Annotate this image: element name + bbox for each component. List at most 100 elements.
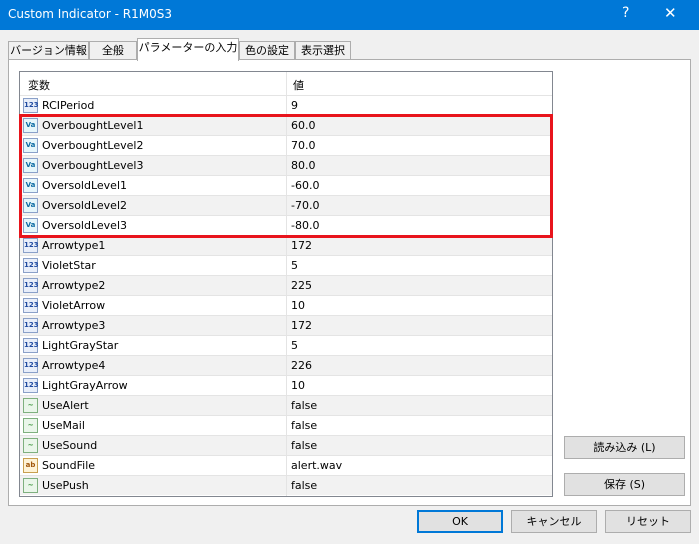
parameter-value[interactable]: 9 xyxy=(291,99,298,112)
parameter-row[interactable]: Va OversoldLevel2 -70.0 xyxy=(20,195,552,216)
parameter-name: OverboughtLevel3 xyxy=(42,159,144,172)
tab-general[interactable]: 全般 xyxy=(89,41,137,60)
cell-divider xyxy=(286,336,287,356)
bool-icon: ~ xyxy=(23,478,38,493)
parameter-value[interactable]: 5 xyxy=(291,339,298,352)
cell-divider xyxy=(286,456,287,476)
bool-icon: ~ xyxy=(23,418,38,433)
tab-parameters[interactable]: パラメーターの入力 xyxy=(137,38,239,61)
parameter-row[interactable]: Va OverboughtLevel2 70.0 xyxy=(20,135,552,156)
parameter-row[interactable]: ~ UsePush false xyxy=(20,475,552,496)
tab-colors[interactable]: 色の設定 xyxy=(239,41,295,60)
close-button[interactable]: ✕ xyxy=(664,4,677,22)
cell-divider xyxy=(286,176,287,196)
parameter-value[interactable]: 172 xyxy=(291,239,312,252)
int-icon: 123 xyxy=(23,358,39,373)
parameter-name: OversoldLevel3 xyxy=(42,219,127,232)
cell-divider xyxy=(286,256,287,276)
parameter-value[interactable]: 10 xyxy=(291,379,305,392)
parameter-name: LightGrayStar xyxy=(42,339,119,352)
int-icon: 123 xyxy=(23,298,39,313)
parameter-row[interactable]: ~ UseAlert false xyxy=(20,395,552,416)
parameter-name: OverboughtLevel1 xyxy=(42,119,144,132)
parameter-value[interactable]: -70.0 xyxy=(291,199,319,212)
parameter-row[interactable]: 123 VioletStar 5 xyxy=(20,255,552,276)
cell-divider xyxy=(286,136,287,156)
parameter-value[interactable]: alert.wav xyxy=(291,459,342,472)
ok-button[interactable]: OK xyxy=(417,510,503,533)
parameter-row[interactable]: 123 Arrowtype3 172 xyxy=(20,315,552,336)
cell-divider xyxy=(286,196,287,216)
parameter-name: VioletArrow xyxy=(42,299,106,312)
parameter-row[interactable]: 123 Arrowtype1 172 xyxy=(20,235,552,256)
parameter-row[interactable]: ab SoundFile alert.wav xyxy=(20,455,552,476)
parameter-row[interactable]: 123 VioletArrow 10 xyxy=(20,295,552,316)
parameter-name: Arrowtype2 xyxy=(42,279,106,292)
int-icon: 123 xyxy=(23,318,39,333)
column-divider[interactable] xyxy=(286,72,287,95)
parameter-row[interactable]: 123 Arrowtype2 225 xyxy=(20,275,552,296)
double-icon: Va xyxy=(23,218,38,233)
double-icon: Va xyxy=(23,198,38,213)
cell-divider xyxy=(286,276,287,296)
parameter-value[interactable]: 5 xyxy=(291,259,298,272)
parameter-name: UseSound xyxy=(42,439,98,452)
cell-divider xyxy=(286,116,287,136)
cell-divider xyxy=(286,416,287,436)
parameter-name: Arrowtype1 xyxy=(42,239,106,252)
parameter-name: SoundFile xyxy=(42,459,96,472)
parameter-row[interactable]: 123 RCIPeriod 9 xyxy=(20,95,552,116)
cell-divider xyxy=(286,216,287,236)
cell-divider xyxy=(286,316,287,336)
parameter-value[interactable]: false xyxy=(291,419,317,432)
help-button[interactable]: ? xyxy=(622,5,629,21)
parameter-row[interactable]: 123 LightGrayStar 5 xyxy=(20,335,552,356)
bool-icon: ~ xyxy=(23,398,38,413)
cancel-button[interactable]: キャンセル xyxy=(511,510,597,533)
parameter-value[interactable]: 70.0 xyxy=(291,139,316,152)
parameter-row[interactable]: ~ UseMail false xyxy=(20,415,552,436)
column-value[interactable]: 値 xyxy=(293,77,304,93)
parameter-row[interactable]: Va OversoldLevel3 -80.0 xyxy=(20,215,552,236)
parameter-row[interactable]: 123 Arrowtype4 226 xyxy=(20,355,552,376)
column-variable[interactable]: 変数 xyxy=(28,77,50,93)
parameter-row[interactable]: Va OverboughtLevel1 60.0 xyxy=(20,115,552,136)
cell-divider xyxy=(286,236,287,256)
parameter-name: VioletStar xyxy=(42,259,96,272)
cell-divider xyxy=(286,96,287,116)
parameter-value[interactable]: 60.0 xyxy=(291,119,316,132)
double-icon: Va xyxy=(23,178,38,193)
int-icon: 123 xyxy=(23,338,39,353)
parameter-value[interactable]: -60.0 xyxy=(291,179,319,192)
parameter-value[interactable]: false xyxy=(291,399,317,412)
parameter-value[interactable]: 172 xyxy=(291,319,312,332)
int-icon: 123 xyxy=(23,238,39,253)
tab-visualization[interactable]: 表示選択 xyxy=(295,41,351,60)
load-button[interactable]: 読み込み (L) xyxy=(564,436,685,459)
parameter-value[interactable]: -80.0 xyxy=(291,219,319,232)
parameter-value[interactable]: false xyxy=(291,439,317,452)
parameter-value[interactable]: 225 xyxy=(291,279,312,292)
cell-divider xyxy=(286,476,287,496)
parameter-grid[interactable]: 変数 値 123 RCIPeriod 9 Va OverboughtLevel1 60.0… xyxy=(19,71,553,497)
parameter-value[interactable]: 80.0 xyxy=(291,159,316,172)
int-icon: 123 xyxy=(23,278,39,293)
cell-divider xyxy=(286,156,287,176)
tab-version-info[interactable]: バージョン情報 xyxy=(8,41,89,60)
parameter-row[interactable]: ~ UseSound false xyxy=(20,435,552,456)
int-icon: 123 xyxy=(23,98,39,113)
cell-divider xyxy=(286,356,287,376)
string-icon: ab xyxy=(23,458,38,473)
parameter-value[interactable]: 226 xyxy=(291,359,312,372)
cell-divider xyxy=(286,436,287,456)
double-icon: Va xyxy=(23,158,38,173)
parameter-value[interactable]: false xyxy=(291,479,317,492)
save-button[interactable]: 保存 (S) xyxy=(564,473,685,496)
parameter-row[interactable]: 123 LightGrayArrow 10 xyxy=(20,375,552,396)
grid-header: 変数 値 xyxy=(20,72,552,95)
parameter-row[interactable]: Va OversoldLevel1 -60.0 xyxy=(20,175,552,196)
parameter-name: Arrowtype4 xyxy=(42,359,106,372)
reset-button[interactable]: リセット xyxy=(605,510,691,533)
parameter-row[interactable]: Va OverboughtLevel3 80.0 xyxy=(20,155,552,176)
parameter-value[interactable]: 10 xyxy=(291,299,305,312)
